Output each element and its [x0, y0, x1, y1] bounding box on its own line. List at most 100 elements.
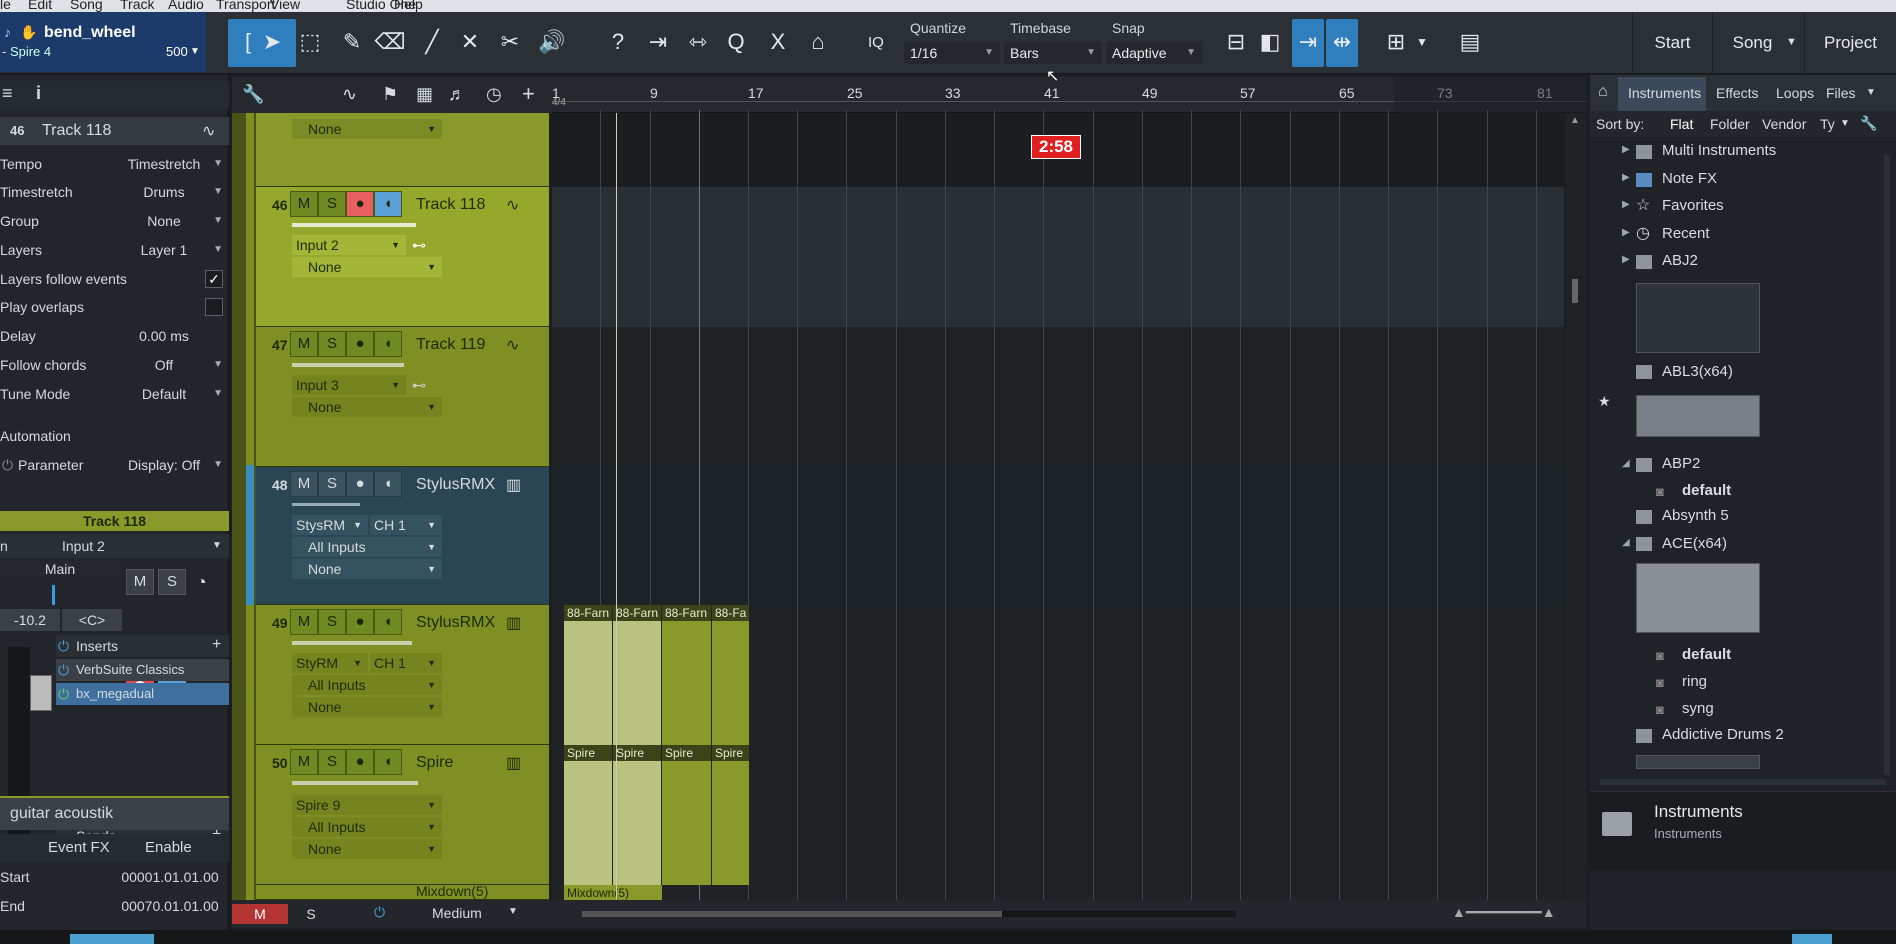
browser-h-scrollbar[interactable] [1600, 779, 1886, 785]
volume-slider[interactable] [292, 781, 418, 785]
zoom-slider[interactable]: ▲━━━━━━━━━▲ [1452, 904, 1556, 921]
insert-slot[interactable]: ⏻ bx_megadual [56, 683, 229, 705]
track-height-select[interactable]: Medium [432, 905, 502, 921]
row-value[interactable]: Default [104, 386, 224, 402]
inspector-row-delay[interactable]: Delay 0.00 ms [0, 323, 229, 351]
link-icon[interactable]: ⊷ [412, 237, 426, 254]
volume-slider[interactable] [292, 223, 416, 227]
record-arm-button[interactable]: ● [346, 609, 374, 635]
instrument-clip[interactable]: Spire [564, 745, 612, 885]
paint-tool-icon[interactable]: ╱ [414, 24, 450, 60]
add-track-icon[interactable]: + [522, 81, 535, 107]
track-header[interactable]: 50 M S ● ◖ Spire ▥ Spire 9 All Inputs No… [256, 745, 549, 885]
record-arm-button[interactable]: ● [346, 471, 374, 497]
solo-button[interactable]: S [318, 471, 346, 497]
timeline-ruler[interactable]: 4/4 1 9 17 25 33 41 49 57 65 73 81 [552, 77, 1587, 113]
info-icon[interactable]: i [36, 83, 41, 104]
pencil-tool-icon[interactable]: ✎ [334, 24, 370, 60]
track-name[interactable]: Spire [416, 754, 453, 772]
chevron-down-icon[interactable]: ▼ [1866, 87, 1876, 98]
inspector-row-timestretch[interactable]: Timestretch Drums ▼ [0, 179, 229, 207]
power-icon[interactable]: ⏻ [58, 638, 69, 655]
listen-tool-icon[interactable]: 🔊 [534, 24, 570, 60]
preset-item[interactable]: syng [1682, 700, 1714, 717]
menu-event[interactable]: Audio [168, 0, 204, 12]
track-name[interactable]: Track 118 [416, 196, 485, 214]
tempo-icon[interactable]: ◷ [486, 84, 502, 105]
sort-type[interactable]: Ty [1820, 116, 1835, 132]
monitor-button[interactable]: ◖ [374, 331, 402, 357]
volume-slider[interactable] [292, 363, 404, 367]
track-name[interactable]: StylusRMX [416, 614, 495, 632]
quantize-select[interactable]: 1/16 [904, 42, 1000, 64]
quantize-start-icon[interactable]: ⇥ [640, 24, 676, 60]
output-select[interactable]: None [292, 397, 442, 417]
list-icon[interactable]: ≡ [2, 83, 13, 104]
film-icon[interactable]: ▤ [1452, 24, 1488, 60]
track-header[interactable]: 48 M S ● ◖ StylusRMX ▥ StysRM CH 1 All I… [256, 467, 549, 605]
power-icon[interactable]: ⏻ [58, 686, 69, 703]
mixdown-clip[interactable]: Mixdown(5) [564, 885, 662, 900]
insert-name[interactable]: bx_megadual [76, 686, 154, 701]
inspector-row-follow-chords[interactable]: Follow chords Off ▼ [0, 352, 229, 380]
solo-button[interactable]: S [318, 749, 346, 775]
row-value[interactable]: Drums [104, 184, 224, 200]
help-icon[interactable]: ? [600, 24, 636, 60]
scrollbar-thumb[interactable] [582, 911, 1002, 917]
instrument-select[interactable]: StyRM [292, 653, 368, 673]
add-icon[interactable]: + [212, 636, 221, 654]
row-value[interactable]: Layer 1 [104, 242, 224, 258]
audio-clip[interactable]: 88-Farn [613, 605, 661, 745]
expand-arrow-icon[interactable]: ▶ [1622, 172, 1630, 183]
enable-toggle[interactable]: Enable [145, 839, 192, 856]
track-name[interactable]: Track 119 [416, 336, 485, 354]
power-icon[interactable]: ⏻ [374, 904, 385, 921]
browser-item[interactable]: ACE(x64) [1662, 535, 1727, 552]
inspector-row-layers[interactable]: Layers Layer 1 ▼ [0, 237, 229, 265]
layers-follow-checkbox[interactable]: ✓ [205, 270, 223, 288]
audio-clip[interactable]: 88-Farn [662, 605, 711, 745]
tab-files[interactable]: Files [1826, 85, 1856, 101]
end-value[interactable]: 00070.01.01.00 [110, 898, 230, 914]
output-select[interactable]: None [292, 257, 442, 277]
wrench-icon[interactable]: 🔧 [242, 84, 264, 105]
chord-icon[interactable]: ♬ [448, 84, 466, 105]
instrument-clip[interactable]: Spire [662, 745, 711, 885]
x-icon[interactable]: X [760, 24, 796, 60]
track-header[interactable]: 49 M S ● ◖ StylusRMX ▥ StyRM CH 1 All In… [256, 605, 549, 745]
expand-arrow-icon[interactable]: ▶ [1622, 199, 1630, 210]
ruler-tool-icon[interactable]: ⌂ [800, 24, 836, 60]
timebase-select[interactable]: Bars [1004, 42, 1102, 64]
start-button[interactable]: Start [1632, 12, 1712, 74]
marker-icon[interactable]: ⚑ [382, 84, 398, 105]
solo-button[interactable]: S [318, 191, 346, 217]
browser-item[interactable]: Absynth 5 [1662, 507, 1729, 524]
mute-button[interactable]: M [290, 331, 318, 357]
range-tool-icon[interactable]: ⬚ [292, 24, 328, 60]
inspector-row-group[interactable]: Group None ▼ [0, 208, 229, 236]
mute-button[interactable]: M [290, 749, 318, 775]
insert-name[interactable]: VerbSuite Classics [76, 662, 184, 677]
preset-item[interactable]: ring [1682, 673, 1707, 690]
power-icon[interactable]: ⏻ [58, 662, 69, 679]
track-header[interactable]: 46 M S ● ◖ Track 118 ∿ Input 2 ⊷ None [256, 187, 549, 327]
vertical-scrollbar[interactable]: ▲ [1566, 113, 1586, 900]
row-value[interactable]: 0.00 ms [104, 328, 224, 344]
loop-follow-icon[interactable]: ◧ [1252, 24, 1288, 60]
inspector-parameter[interactable]: ⏻ Parameter Display: Off ▼ [0, 452, 229, 480]
instrument-clip[interactable]: Spire [712, 745, 749, 885]
track-output-select[interactable]: None [292, 119, 442, 139]
monitor-button[interactable]: ◖ [374, 471, 402, 497]
solo-button[interactable]: S [318, 331, 346, 357]
collapse-arrow-icon[interactable]: ◢ [1622, 458, 1630, 469]
input-value[interactable]: Input 2 [62, 538, 105, 554]
insert-slot[interactable]: ⏻ VerbSuite Classics [56, 659, 229, 681]
input-select[interactable]: All Inputs [292, 817, 442, 837]
row-value[interactable]: None [104, 213, 224, 229]
browser-item[interactable]: ABL3(x64) [1662, 363, 1733, 380]
wrench-icon[interactable]: 🔧 [1860, 115, 1877, 132]
menu-studio-one[interactable]: Help [394, 0, 423, 12]
input-select[interactable]: Input 3 [292, 375, 406, 395]
global-mute-button[interactable]: M [232, 904, 288, 924]
inspector-track-header[interactable]: 46 Track 118 ∿ [0, 117, 229, 145]
